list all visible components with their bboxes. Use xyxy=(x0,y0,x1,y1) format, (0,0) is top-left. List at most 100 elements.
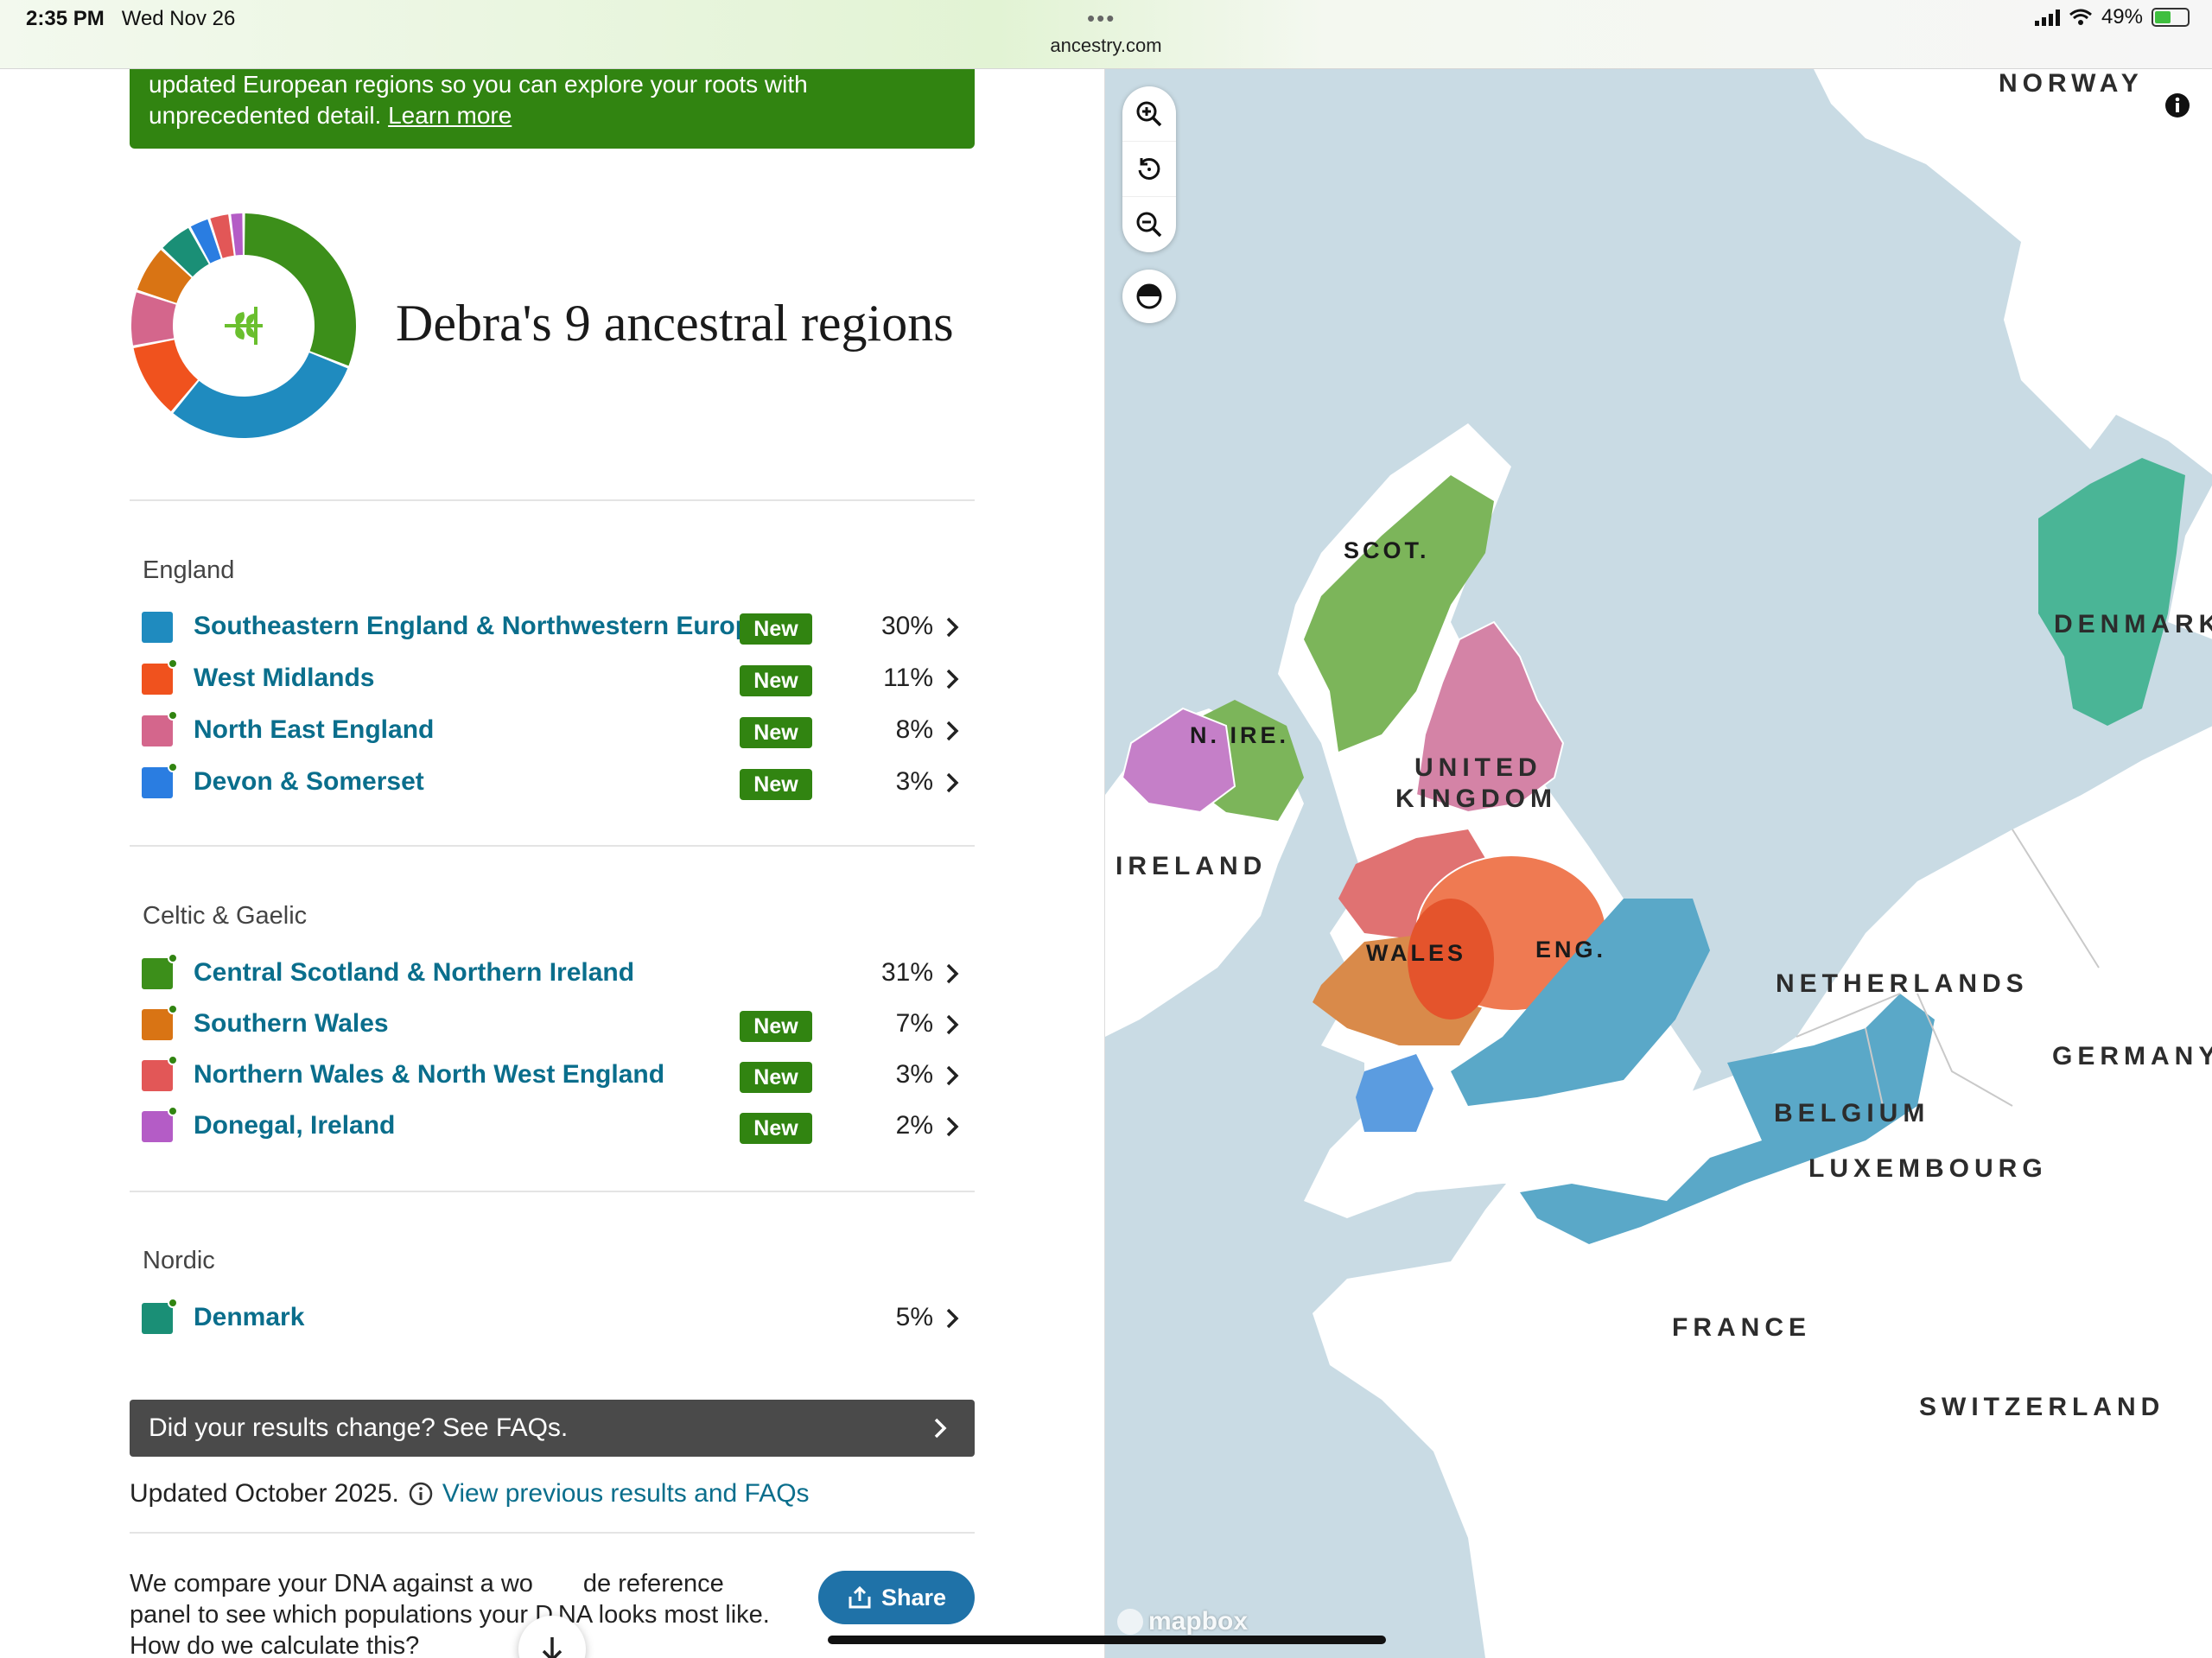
new-badge: New xyxy=(740,1011,812,1042)
new-region-dot xyxy=(168,1106,178,1116)
chevron-right-icon[interactable] xyxy=(940,1064,964,1088)
banner-line-1: updated European regions so you can expl… xyxy=(149,71,808,98)
update-banner: updated European regions so you can expl… xyxy=(130,69,975,149)
info-icon[interactable] xyxy=(408,1481,434,1507)
region-row[interactable]: Northern Wales & North West England New … xyxy=(130,1051,975,1100)
map-label-france: FRANCE xyxy=(1672,1313,1811,1342)
region-percent: 5% xyxy=(895,1303,933,1331)
banner-line-2: unprecedented detail. Learn more xyxy=(149,102,512,129)
region-row[interactable]: Devon & Somerset New 3% xyxy=(130,759,975,807)
region-color-swatch xyxy=(142,1060,173,1091)
chevron-right-icon[interactable] xyxy=(940,771,964,795)
reset-icon xyxy=(1138,157,1160,180)
contrast-toggle-button[interactable] xyxy=(1122,270,1176,323)
new-badge: New xyxy=(740,717,812,748)
page-title: Debra's 9 ancestral regions xyxy=(396,295,954,352)
region-percent: 7% xyxy=(895,1009,933,1038)
region-color-swatch xyxy=(142,767,173,798)
region-name[interactable]: Southern Wales xyxy=(194,1009,389,1039)
map-label-scot: SCOT. xyxy=(1344,537,1430,563)
region-name[interactable]: Denmark xyxy=(194,1303,304,1332)
group-label-celtic-gaelic: Celtic & Gaelic xyxy=(143,902,308,930)
map-label-wales: WALES xyxy=(1366,940,1467,966)
region-row[interactable]: Donegal, Ireland New 2% xyxy=(130,1102,975,1151)
new-region-dot xyxy=(168,953,178,963)
region-row[interactable]: North East England New 8% xyxy=(130,707,975,755)
new-region-dot xyxy=(168,710,178,721)
view-previous-results-link[interactable]: View previous results and FAQs xyxy=(442,1479,810,1509)
divider xyxy=(130,499,975,501)
zoom-in-icon xyxy=(1136,101,1162,126)
chevron-right-icon[interactable] xyxy=(940,1115,964,1139)
region-row[interactable]: Southeastern England & Northwestern Euro… xyxy=(130,603,975,651)
region-percent: 8% xyxy=(895,715,933,744)
group-label-england: England xyxy=(143,556,235,584)
chevron-right-icon[interactable] xyxy=(940,962,964,986)
region-row[interactable]: West Midlands New 11% xyxy=(130,655,975,703)
new-badge: New xyxy=(740,1113,812,1144)
status-indicators: 49% xyxy=(2034,5,2190,29)
donut-segment xyxy=(245,213,356,366)
region-color-swatch xyxy=(142,612,173,643)
status-time: 2:35 PM Wed Nov 26 xyxy=(26,7,236,30)
cellular-signal-icon xyxy=(2034,9,2060,26)
zoom-controls xyxy=(1122,86,1176,252)
region-name[interactable]: Devon & Somerset xyxy=(194,767,424,797)
mapbox-attribution[interactable]: mapbox xyxy=(1117,1607,1248,1636)
region-name[interactable]: West Midlands xyxy=(194,664,374,693)
divider xyxy=(130,845,975,847)
zoom-in-button[interactable] xyxy=(1122,86,1176,142)
region-row[interactable]: Denmark 5% xyxy=(130,1294,975,1343)
chevron-right-icon[interactable] xyxy=(940,1306,964,1331)
chevron-right-icon[interactable] xyxy=(940,1013,964,1037)
region-color-swatch xyxy=(142,715,173,746)
group-label-nordic: Nordic xyxy=(143,1247,215,1274)
chevron-right-icon[interactable] xyxy=(940,667,964,691)
region-percent: 11% xyxy=(883,664,933,692)
region-name[interactable]: Northern Wales & North West England xyxy=(194,1060,664,1089)
battery-percent: 49% xyxy=(2101,5,2143,29)
region-color-swatch xyxy=(142,958,173,989)
new-region-dot xyxy=(168,762,178,772)
ancestry-map[interactable]: NORWAY DENMARK SCOT. N. IRE. UNITED KING… xyxy=(1104,69,2212,1658)
share-label: Share xyxy=(880,1584,947,1610)
region-row[interactable]: Southern Wales New 7% xyxy=(130,1001,975,1049)
region-percent: 31% xyxy=(880,958,933,987)
region-color-swatch xyxy=(142,664,173,695)
region-row[interactable]: Central Scotland & Northern Ireland 31% xyxy=(130,950,975,998)
calculation-description: We compare your DNA against a wo de refe… xyxy=(130,1570,770,1658)
region-name[interactable]: Donegal, Ireland xyxy=(194,1111,395,1140)
learn-more-link[interactable]: Learn more xyxy=(388,102,512,129)
region-denmark xyxy=(2038,458,2185,726)
new-badge: New xyxy=(740,769,812,800)
divider xyxy=(130,1191,975,1192)
status-bar: 2:35 PM Wed Nov 26 ••• ancestry.com 49% xyxy=(0,0,2212,69)
region-name[interactable]: North East England xyxy=(194,715,434,745)
results-changed-faq-bar[interactable]: Did your results change? See FAQs. xyxy=(130,1400,975,1457)
ancestry-leaf-icon xyxy=(225,307,263,345)
share-button[interactable]: Share xyxy=(818,1571,975,1624)
divider xyxy=(130,1532,975,1534)
chevron-right-icon[interactable] xyxy=(940,719,964,743)
land-norway xyxy=(1814,69,2212,475)
reset-view-button[interactable] xyxy=(1122,142,1176,197)
donut-segment xyxy=(173,353,348,439)
new-badge: New xyxy=(740,613,812,645)
updated-line: Updated October 2025. View previous resu… xyxy=(130,1479,810,1509)
region-name[interactable]: Southeastern England & Northwestern Euro… xyxy=(194,612,766,641)
results-panel: updated European regions so you can expl… xyxy=(0,69,1104,1658)
map-label-norway: NORWAY xyxy=(1999,69,2144,98)
region-percent: 2% xyxy=(895,1111,933,1140)
new-badge: New xyxy=(740,1062,812,1093)
address-bar[interactable]: ancestry.com xyxy=(1020,35,1192,57)
region-name[interactable]: Central Scotland & Northern Ireland xyxy=(194,958,634,988)
home-indicator[interactable] xyxy=(828,1636,1386,1644)
map-info-icon[interactable] xyxy=(2164,92,2191,119)
map-label-ireland: IRELAND xyxy=(1116,852,1268,880)
browser-menu-dots[interactable]: ••• xyxy=(1087,5,1116,32)
new-region-dot xyxy=(168,1055,178,1065)
map-label-n-ire: N. IRE. xyxy=(1190,722,1290,748)
chevron-right-icon[interactable] xyxy=(940,615,964,639)
zoom-out-button[interactable] xyxy=(1122,197,1176,252)
map-label-netherlands: NETHERLANDS xyxy=(1776,969,2029,998)
